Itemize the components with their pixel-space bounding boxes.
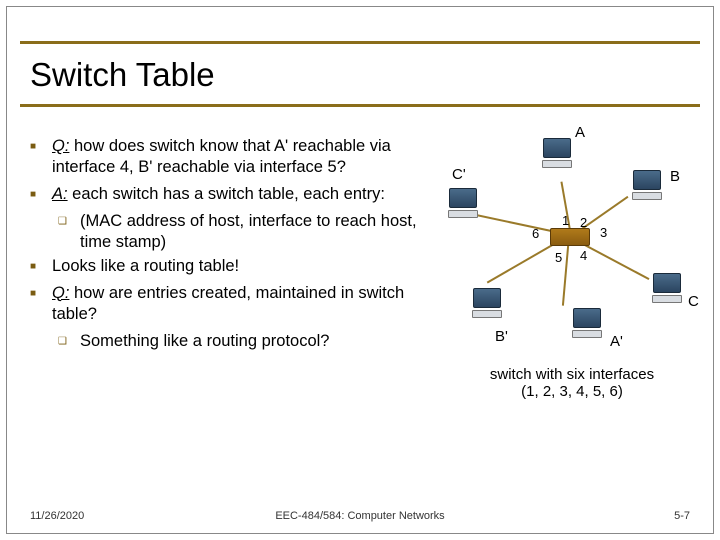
b1-rest: how does switch know that A' reachable v… — [52, 137, 391, 176]
bullet-3: ■ Looks like a routing table! — [30, 256, 430, 277]
bullet-2: ■ A: each switch has a switch table, eac… — [30, 184, 430, 205]
sub-bullet-text: Something like a routing protocol? — [80, 331, 430, 352]
label-b: B — [670, 168, 680, 185]
bullet-text: Q: how does switch know that A' reachabl… — [52, 136, 430, 178]
rule-bottom — [20, 104, 700, 107]
network-diagram: A B C A' B' C' 1 2 3 4 5 6 switch with s… — [440, 118, 702, 408]
bullet-text: Q: how are entries created, maintained i… — [52, 283, 430, 325]
sub-bullet-text: (MAC address of host, interface to reach… — [80, 211, 430, 253]
bullet-marker: ■ — [30, 283, 52, 325]
pc-bp — [470, 288, 504, 322]
slide-title: Switch Table — [30, 56, 215, 94]
sub-bullet-marker: ❑ — [58, 211, 80, 253]
body-text: ■ Q: how does switch know that A' reacha… — [30, 136, 430, 354]
bullet-4a: ❑ Something like a routing protocol? — [58, 331, 430, 352]
port-5: 5 — [555, 250, 562, 265]
pc-b — [630, 170, 664, 204]
b2-rest: each switch has a switch table, each ent… — [68, 185, 385, 203]
port-3: 3 — [600, 225, 607, 240]
pc-c — [650, 273, 684, 307]
bullet-marker: ■ — [30, 136, 52, 178]
label-cp: C' — [452, 166, 466, 183]
sub-bullet-marker: ❑ — [58, 331, 80, 352]
bullet-4: ■ Q: how are entries created, maintained… — [30, 283, 430, 325]
q-underline: Q: — [52, 284, 69, 302]
caption-line-2: (1, 2, 3, 4, 5, 6) — [452, 383, 692, 400]
pc-ap — [570, 308, 604, 342]
port-2: 2 — [580, 215, 587, 230]
link-4 — [562, 236, 570, 306]
bullet-marker: ■ — [30, 184, 52, 205]
label-a: A — [575, 124, 585, 141]
bullet-2a: ❑ (MAC address of host, interface to rea… — [58, 211, 430, 253]
bullet-marker: ■ — [30, 256, 52, 277]
footer: 11/26/2020 EEC-484/584: Computer Network… — [30, 510, 690, 522]
q-underline: Q: — [52, 137, 69, 155]
diagram-caption: switch with six interfaces (1, 2, 3, 4, … — [452, 366, 692, 400]
bullet-text: Looks like a routing table! — [52, 256, 430, 277]
bullet-text: A: each switch has a switch table, each … — [52, 184, 430, 205]
b4-rest: how are entries created, maintained in s… — [52, 284, 404, 323]
bullet-1: ■ Q: how does switch know that A' reacha… — [30, 136, 430, 178]
port-4: 4 — [580, 248, 587, 263]
rule-top — [20, 41, 700, 44]
pc-a — [540, 138, 574, 172]
footer-mid: EEC-484/584: Computer Networks — [30, 510, 690, 522]
pc-cp — [446, 188, 480, 222]
switch-icon — [550, 228, 590, 246]
label-c: C — [688, 293, 699, 310]
a-underline: A: — [52, 185, 68, 203]
port-6: 6 — [532, 226, 539, 241]
caption-line-1: switch with six interfaces — [452, 366, 692, 383]
label-ap: A' — [610, 333, 623, 350]
label-bp: B' — [495, 328, 508, 345]
port-1: 1 — [562, 213, 569, 228]
